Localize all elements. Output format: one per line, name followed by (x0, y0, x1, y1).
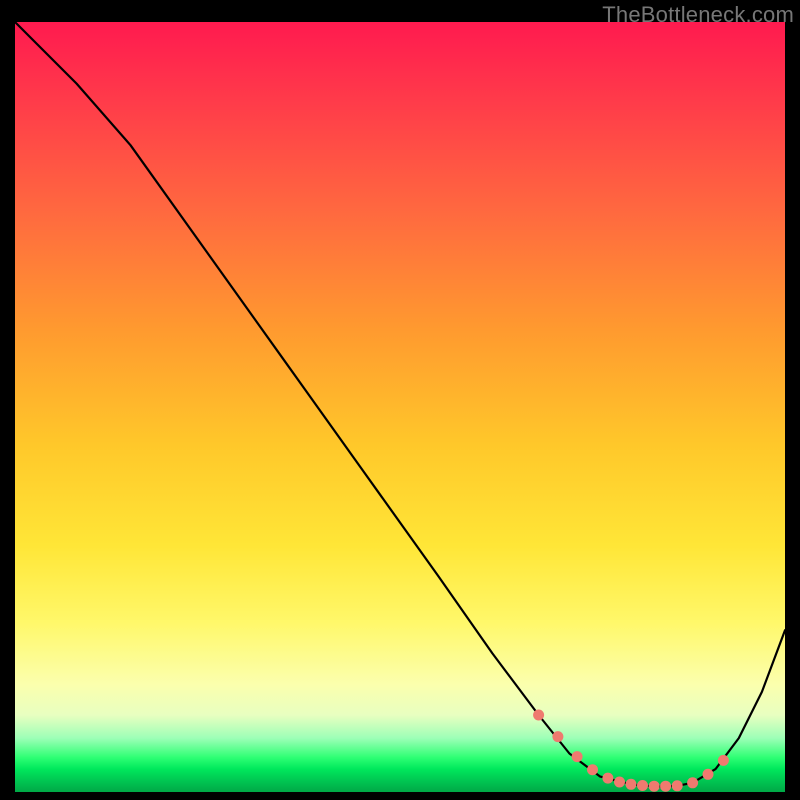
chart-overlay (15, 22, 785, 792)
marker-dot (718, 755, 729, 766)
marker-dot (626, 779, 637, 790)
marker-dot (602, 773, 613, 784)
marker-dot (672, 780, 683, 791)
marker-dot (552, 731, 563, 742)
data-curve (15, 22, 785, 787)
marker-dot (533, 710, 544, 721)
marker-dot (572, 751, 583, 762)
chart-frame: TheBottleneck.com (0, 0, 800, 800)
marker-dot (637, 780, 648, 791)
marker-dot (687, 777, 698, 788)
marker-dot (649, 781, 660, 792)
marker-dot (614, 777, 625, 788)
marker-dot (587, 764, 598, 775)
marker-dot (703, 769, 714, 780)
marker-dot (660, 781, 671, 792)
